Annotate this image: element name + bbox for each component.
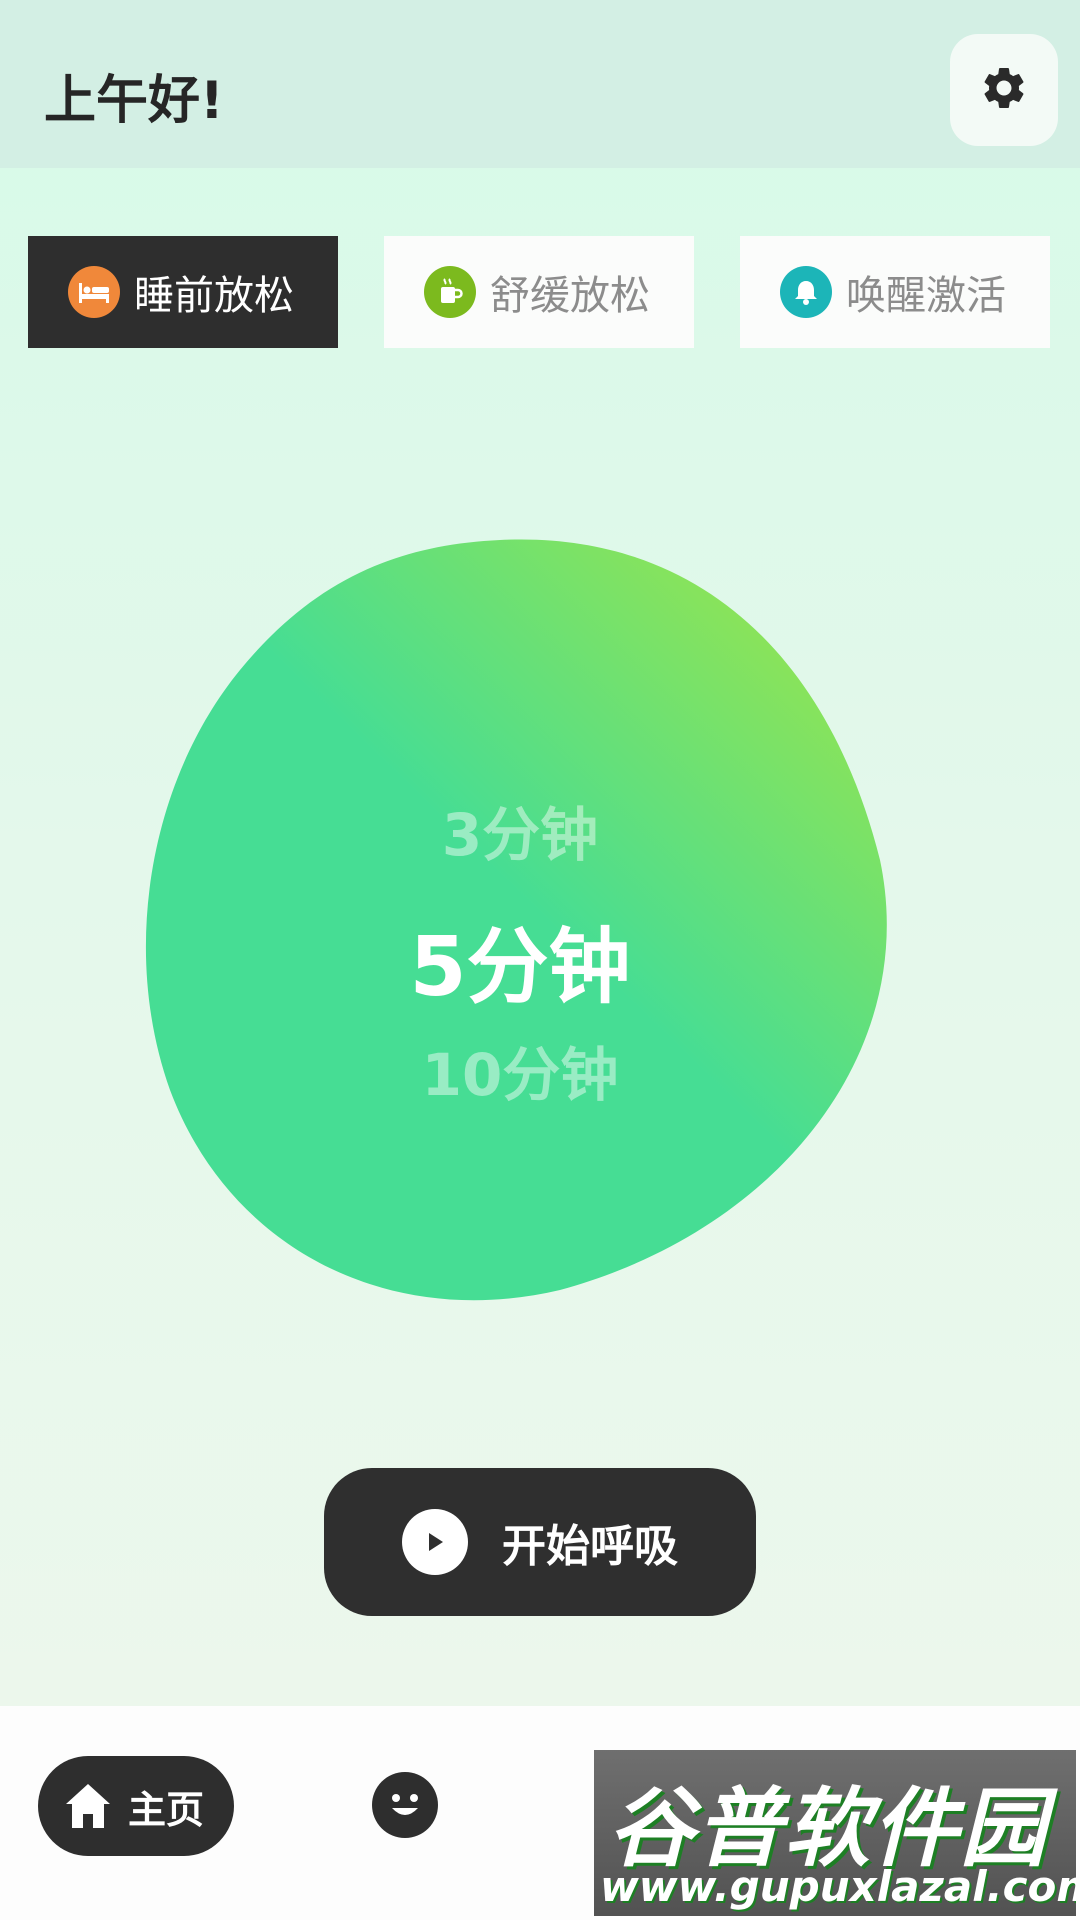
home-icon — [62, 1780, 114, 1832]
breathing-blob: 3分钟 5分钟 10分钟 — [140, 530, 900, 1310]
tab-label: 舒缓放松 — [490, 273, 650, 319]
nav-home-label: 主页 — [128, 1787, 205, 1832]
play-icon — [402, 1509, 468, 1575]
watermark-logo: 谷普软件园 www.gupuxlazal.com — [594, 1750, 1076, 1916]
top-header: 上午好! — [0, 0, 1080, 168]
duration-option-3min[interactable]: 3分钟 — [140, 788, 900, 872]
duration-option-selected[interactable]: 5分钟 — [140, 900, 900, 1019]
greeting-text: 上午好! — [44, 71, 224, 131]
tab-wake-activate[interactable]: 唤醒激活 — [740, 236, 1050, 348]
bed-icon — [68, 266, 120, 318]
tab-sleep-relax[interactable]: 睡前放松 — [28, 236, 338, 348]
nav-home[interactable]: 主页 — [38, 1756, 234, 1856]
tab-label: 睡前放松 — [134, 273, 294, 319]
smiley-icon — [372, 1770, 438, 1840]
watermark-url: www.gupuxlazal.com — [600, 1862, 1076, 1911]
tab-label: 唤醒激活 — [846, 273, 1006, 319]
start-breathing-button[interactable]: 开始呼吸 — [324, 1468, 756, 1616]
start-button-label: 开始呼吸 — [502, 1521, 678, 1572]
bottom-nav: 主页 谷普软件园 www.gupuxlazal.com — [0, 1706, 1080, 1920]
settings-button[interactable] — [950, 34, 1058, 146]
coffee-cup-icon — [424, 266, 476, 318]
tab-soothe-relax[interactable]: 舒缓放松 — [384, 236, 694, 348]
bell-icon — [780, 266, 832, 318]
duration-option-10min[interactable]: 10分钟 — [140, 1028, 900, 1112]
nav-mood[interactable] — [372, 1772, 438, 1838]
gear-icon — [979, 63, 1029, 117]
